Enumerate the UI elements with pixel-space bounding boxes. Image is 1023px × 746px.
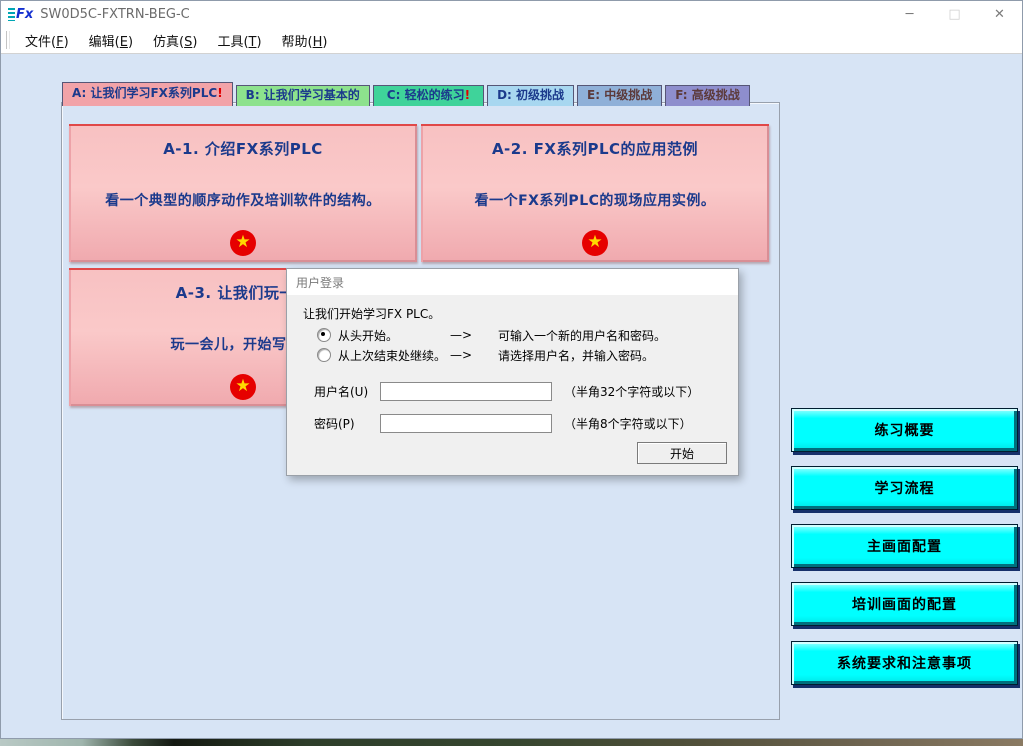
lesson-card-description: 看一个典型的顺序动作及培训软件的结构。 xyxy=(69,190,417,210)
menu-bar: 文件(F) 编辑(E) 仿真(S) 工具(T) 帮助(H) xyxy=(1,27,1022,54)
dialog-title: 用户登录 xyxy=(296,274,344,291)
password-label: 密码(P) xyxy=(314,415,380,432)
tab-f-advanced-challenge[interactable]: F: 高级挑战 xyxy=(665,85,750,106)
lesson-card-a1[interactable]: A-1. 介绍FX系列PLC 看一个典型的顺序动作及培训软件的结构。 ★ xyxy=(69,124,417,262)
arrow-glyph: —> xyxy=(450,348,498,362)
tab-b-learn-basics[interactable]: B: 让我们学习基本的 xyxy=(236,85,370,106)
window-title: SW0D5C-FXTRN-BEG-C xyxy=(40,7,189,22)
minimize-button[interactable]: ─ xyxy=(887,1,932,27)
menu-edit[interactable]: 编辑(E) xyxy=(79,31,143,50)
app-window: Fx SW0D5C-FXTRN-BEG-C ─ □ ✕ 文件(F) 编辑(E) … xyxy=(0,0,1023,739)
menubar-grip[interactable] xyxy=(6,31,10,49)
dialog-intro-text: 让我们开始学习FX PLC。 xyxy=(303,305,440,322)
lesson-tab-strip: A: 让我们学习FX系列PLC! B: 让我们学习基本的 C: 轻松的练习! D… xyxy=(62,82,753,106)
lesson-card-a2[interactable]: A-2. FX系列PLC的应用范例 看一个FX系列PLC的现场应用实例。 ★ xyxy=(421,124,769,262)
side-button-main-screen-config[interactable]: 主画面配置 xyxy=(791,524,1018,568)
option-continue-from-last[interactable]: 从上次结束处继续。 —> 请选择用户名，并输入密码。 xyxy=(317,347,654,363)
dialog-body: 让我们开始学习FX PLC。 从头开始。 —> 可输入一个新的用户名和密码。 从… xyxy=(287,295,738,474)
username-row: 用户名(U) （半角32个字符或以下） xyxy=(314,380,699,402)
password-input[interactable] xyxy=(380,414,552,433)
username-input[interactable] xyxy=(380,382,552,401)
fx-icon-stripes xyxy=(8,8,15,21)
lesson-star-icon[interactable]: ★ xyxy=(230,374,256,400)
menu-help[interactable]: 帮助(H) xyxy=(272,31,338,50)
side-button-system-requirements[interactable]: 系统要求和注意事项 xyxy=(791,641,1018,685)
side-button-exercise-overview[interactable]: 练习概要 xyxy=(791,408,1018,452)
window-titlebar[interactable]: Fx SW0D5C-FXTRN-BEG-C ─ □ ✕ xyxy=(1,1,1022,27)
tab-c-easy-practice[interactable]: C: 轻松的练习! xyxy=(373,85,484,106)
start-button[interactable]: 开始 xyxy=(637,442,727,464)
menu-tools[interactable]: 工具(T) xyxy=(207,31,271,50)
lesson-card-title: A-2. FX系列PLC的应用范例 xyxy=(421,126,769,159)
fx-icon-text: Fx xyxy=(16,8,33,21)
password-note: （半角8个字符或以下） xyxy=(564,415,692,432)
option-start-from-beginning[interactable]: 从头开始。 —> 可输入一个新的用户名和密码。 xyxy=(317,327,666,343)
radio-continue-from-last[interactable] xyxy=(317,348,331,362)
lesson-star-icon[interactable]: ★ xyxy=(582,230,608,256)
window-controls: ─ □ ✕ xyxy=(887,1,1022,27)
user-login-dialog: 用户登录 让我们开始学习FX PLC。 从头开始。 —> 可输入一个新的用户名和… xyxy=(286,268,739,476)
maximize-button[interactable]: □ xyxy=(932,1,977,27)
lesson-card-title: A-1. 介绍FX系列PLC xyxy=(69,126,417,159)
side-button-learning-process[interactable]: 学习流程 xyxy=(791,466,1018,510)
username-note: （半角32个字符或以下） xyxy=(564,383,699,400)
close-button[interactable]: ✕ xyxy=(977,1,1022,27)
tab-a-learn-fx-plc[interactable]: A: 让我们学习FX系列PLC! xyxy=(62,82,233,106)
menu-simulation[interactable]: 仿真(S) xyxy=(143,31,207,50)
lesson-star-icon[interactable]: ★ xyxy=(230,230,256,256)
radio-start-from-beginning[interactable] xyxy=(317,328,331,342)
arrow-glyph: —> xyxy=(450,328,498,342)
app-fx-icon: Fx xyxy=(8,6,33,22)
side-button-training-screen-config[interactable]: 培训画面的配置 xyxy=(791,582,1018,626)
password-row: 密码(P) （半角8个字符或以下） xyxy=(314,412,692,434)
dialog-titlebar[interactable]: 用户登录 xyxy=(287,269,738,295)
tab-e-intermediate-challenge[interactable]: E: 中级挑战 xyxy=(577,85,662,106)
username-label: 用户名(U) xyxy=(314,383,380,400)
lesson-card-description: 看一个FX系列PLC的现场应用实例。 xyxy=(421,190,769,210)
tab-d-beginner-challenge[interactable]: D: 初级挑战 xyxy=(487,85,574,106)
menu-file[interactable]: 文件(F) xyxy=(15,31,79,50)
